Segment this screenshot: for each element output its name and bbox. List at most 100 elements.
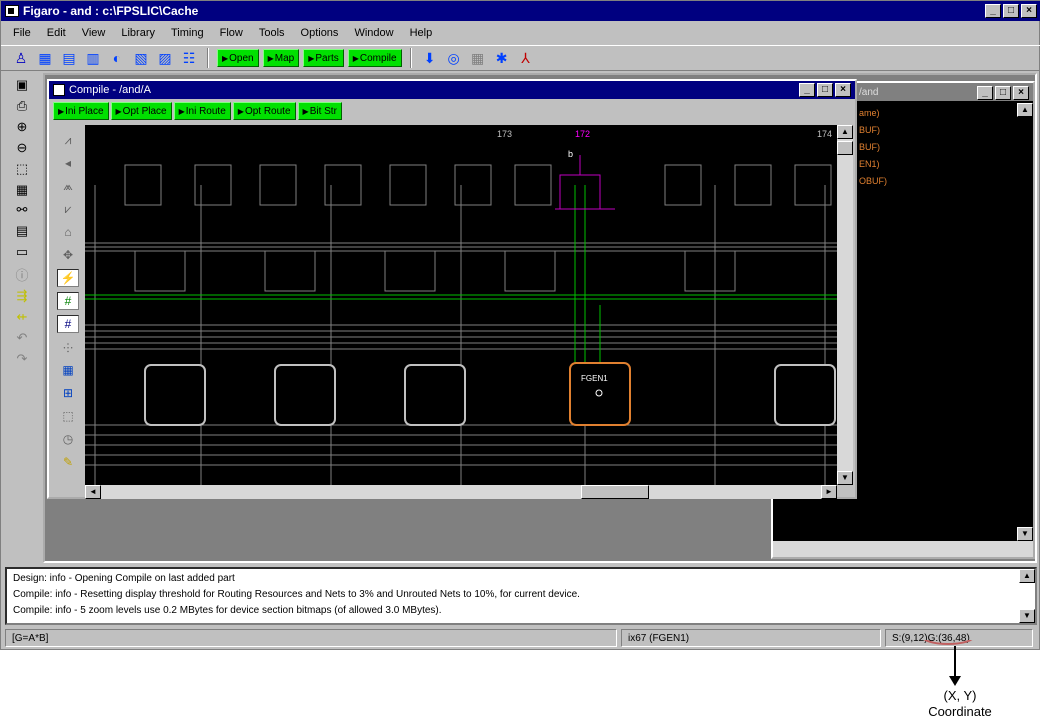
minimize-button[interactable]: _ xyxy=(799,83,815,97)
list-item[interactable]: BUF) xyxy=(859,139,887,156)
fit-icon[interactable]: ⬚ xyxy=(57,407,79,425)
list-item[interactable]: ame) xyxy=(859,105,887,122)
pdf-icon[interactable]: ⅄ xyxy=(516,48,536,68)
horizontal-scrollbar[interactable] xyxy=(773,541,1033,557)
maximize-button[interactable]: □ xyxy=(1003,4,1019,18)
menu-timing[interactable]: Timing xyxy=(163,27,212,39)
lock-icon[interactable]: ⌂ xyxy=(57,223,79,241)
schematic-icon[interactable]: ▤ xyxy=(59,48,79,68)
timer-icon[interactable]: ◷ xyxy=(57,430,79,448)
arrow-left-icon[interactable]: ◂ xyxy=(57,154,79,172)
separator xyxy=(207,48,209,68)
menu-help[interactable]: Help xyxy=(402,27,441,39)
move-icon[interactable]: ⩕ xyxy=(57,177,79,195)
chip-icon[interactable]: ✱ xyxy=(492,48,512,68)
map-button[interactable]: Map xyxy=(262,49,300,67)
scroll-down-icon[interactable]: ▼ xyxy=(837,471,853,485)
pan-icon[interactable]: ✥ xyxy=(57,246,79,264)
simulate-icon[interactable]: ◎ xyxy=(444,48,464,68)
collapse-icon[interactable]: ⇷ xyxy=(12,308,32,325)
parts-button[interactable]: Parts xyxy=(303,49,344,67)
download-icon[interactable]: ⬇ xyxy=(420,48,440,68)
list-item[interactable]: BUF) xyxy=(859,122,887,139)
maximize-button[interactable]: □ xyxy=(817,83,833,97)
zoom-out-icon[interactable]: ⊖ xyxy=(12,140,32,157)
net-icon[interactable]: ☷ xyxy=(179,48,199,68)
opt-route-button[interactable]: Opt Route xyxy=(232,102,296,120)
view-icon[interactable]: ▨ xyxy=(155,48,175,68)
probe-tool-icon[interactable]: ✎ xyxy=(57,453,79,471)
menu-library[interactable]: Library xyxy=(113,27,163,39)
title-bar: Figaro - and : c:\FPSLIC\Cache _ □ × xyxy=(1,1,1040,21)
scroll-left-icon[interactable]: ◄ xyxy=(85,485,101,499)
menu-file[interactable]: File xyxy=(5,27,39,39)
menu-bar: File Edit View Library Timing Flow Tools… xyxy=(1,23,440,43)
symbol-icon[interactable]: ◐ xyxy=(107,48,127,68)
print-icon[interactable]: ⎙ xyxy=(12,98,32,115)
menu-view[interactable]: View xyxy=(74,27,114,39)
scroll-thumb[interactable] xyxy=(581,485,649,499)
route-icon[interactable]: ⩘ xyxy=(57,131,79,149)
menu-options[interactable]: Options xyxy=(293,27,347,39)
zoom-in-icon[interactable]: ⊕ xyxy=(12,119,32,136)
bits-icon[interactable]: ▦ xyxy=(468,48,488,68)
compile-window-icon xyxy=(53,84,65,96)
grid-icon[interactable]: ▦ xyxy=(12,181,32,198)
menu-edit[interactable]: Edit xyxy=(39,27,74,39)
menu-tools[interactable]: Tools xyxy=(251,27,293,39)
scroll-up-icon[interactable]: ▲ xyxy=(837,125,853,139)
scroll-down-icon[interactable]: ▼ xyxy=(1017,527,1033,541)
probe-icon[interactable]: ♙ xyxy=(11,48,31,68)
menu-window[interactable]: Window xyxy=(346,27,401,39)
ini-place-button[interactable]: Ini Place xyxy=(53,102,109,120)
net-highlight-icon[interactable]: ⚡ xyxy=(57,269,79,287)
list-item[interactable]: OBUF) xyxy=(859,173,887,190)
info-icon[interactable]: ⓘ xyxy=(12,265,32,284)
close-button[interactable]: × xyxy=(1013,86,1029,100)
flyline-icon[interactable]: ⸭ xyxy=(57,338,79,356)
coordinate-annotation: (X, Y) Coordinate xyxy=(880,627,1040,719)
unroute-net-icon[interactable]: # xyxy=(57,315,79,333)
open-button[interactable]: Open xyxy=(217,49,259,67)
vertical-scrollbar[interactable]: ▲ ▼ xyxy=(837,125,853,485)
separator xyxy=(409,48,412,68)
horizontal-scrollbar[interactable]: ◄ ► xyxy=(85,485,837,499)
auto-route-icon[interactable]: ▦ xyxy=(57,361,79,379)
save-icon[interactable]: ▣ xyxy=(12,77,32,94)
opt-place-button[interactable]: Opt Place xyxy=(110,102,172,120)
scroll-down-icon[interactable]: ▼ xyxy=(1019,609,1035,623)
maximize-button[interactable]: □ xyxy=(995,86,1011,100)
swap-icon[interactable]: ⩗ xyxy=(57,200,79,218)
scroll-up-icon[interactable]: ▲ xyxy=(1017,103,1033,117)
compile-title-bar: Compile - /and/A _ □ × xyxy=(49,81,855,99)
bus-icon[interactable]: ⊞ xyxy=(57,384,79,402)
scroll-up-icon[interactable]: ▲ xyxy=(1019,569,1035,583)
expand-icon[interactable]: ⇶ xyxy=(12,288,32,305)
arrow-head-icon xyxy=(949,676,961,686)
find-icon[interactable]: ▤ xyxy=(12,223,32,240)
close-button[interactable]: × xyxy=(835,83,851,97)
hdl-icon[interactable]: ▦ xyxy=(35,48,55,68)
column-label: 174 xyxy=(817,129,832,139)
menu-flow[interactable]: Flow xyxy=(212,27,251,39)
scroll-right-icon[interactable]: ► xyxy=(821,485,837,499)
annotation-line: (X, Y) xyxy=(943,688,977,703)
column-label: 173 xyxy=(497,129,512,139)
ini-route-button[interactable]: Ini Route xyxy=(173,102,231,120)
minimize-button[interactable]: _ xyxy=(977,86,993,100)
bit-str-button[interactable]: Bit Str xyxy=(297,102,342,120)
close-button[interactable]: × xyxy=(1021,4,1037,18)
window-icon[interactable]: ▭ xyxy=(12,244,32,261)
library-icon[interactable]: ▧ xyxy=(131,48,151,68)
redo-icon[interactable]: ↷ xyxy=(12,350,32,367)
compile-button[interactable]: Compile xyxy=(347,49,402,67)
undo-icon[interactable]: ↶ xyxy=(12,329,32,346)
zoom-area-icon[interactable]: ⬚ xyxy=(12,160,32,177)
layout-canvas[interactable]: 173 172 174 b FGEN1 xyxy=(85,125,837,485)
route-net-icon[interactable]: # xyxy=(57,292,79,310)
netlist-icon[interactable]: ▥ xyxy=(83,48,103,68)
scroll-thumb[interactable] xyxy=(837,141,853,155)
list-item[interactable]: EN1) xyxy=(859,156,887,173)
binoculars-icon[interactable]: ⚯ xyxy=(12,202,32,219)
minimize-button[interactable]: _ xyxy=(985,4,1001,18)
